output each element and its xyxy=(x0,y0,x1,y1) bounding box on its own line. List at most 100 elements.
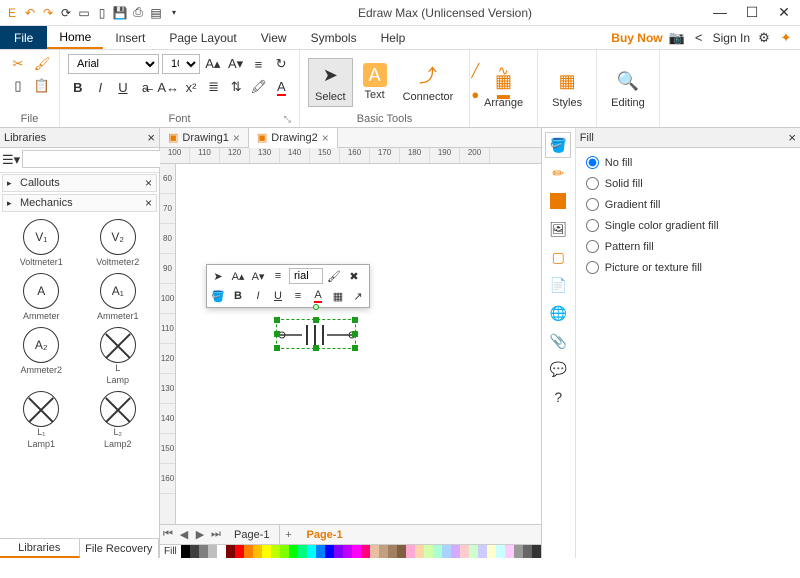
fill-option[interactable]: Gradient fill xyxy=(586,198,790,211)
mini-font-combo[interactable] xyxy=(289,268,323,284)
library-shape[interactable]: LLamp xyxy=(81,325,156,387)
select-tool[interactable]: ➤Select xyxy=(308,58,353,106)
color-swatch[interactable] xyxy=(451,545,460,558)
paste-icon[interactable]: 📋 xyxy=(32,76,52,96)
color-swatch[interactable] xyxy=(433,545,442,558)
edraw-logo-icon[interactable]: ✦ xyxy=(778,30,794,46)
color-swatch[interactable] xyxy=(496,545,505,558)
minimize-icon[interactable]: — xyxy=(708,4,732,21)
drawing2-close-icon[interactable]: × xyxy=(322,131,329,145)
color-swatch[interactable] xyxy=(370,545,379,558)
spacing-icon[interactable]: A↔ xyxy=(158,77,178,97)
mini-italic-icon[interactable]: I xyxy=(249,287,267,305)
mini-font-color-icon[interactable]: A xyxy=(309,287,327,305)
grow-font-icon[interactable]: A▴ xyxy=(203,54,223,74)
library-shape[interactable]: V₁Voltmeter1 xyxy=(4,217,79,269)
line-panel-icon[interactable]: ✏ xyxy=(545,160,571,186)
color-swatch[interactable] xyxy=(226,545,235,558)
color-swatch[interactable] xyxy=(235,545,244,558)
tab-home[interactable]: Home xyxy=(47,26,103,49)
underline-icon[interactable]: U xyxy=(113,77,133,97)
color-swatch[interactable] xyxy=(289,545,298,558)
color-swatch[interactable] xyxy=(460,545,469,558)
doc-tab-drawing2[interactable]: ▣Drawing2× xyxy=(249,128,338,148)
color-swatch[interactable] xyxy=(397,545,406,558)
library-shape[interactable]: L₁Lamp1 xyxy=(4,389,79,451)
mini-line-icon[interactable]: ≡ xyxy=(289,287,307,305)
libraries-close-icon[interactable]: × xyxy=(147,130,155,145)
fill-option[interactable]: Solid fill xyxy=(586,177,790,190)
rotate-icon[interactable]: ↻ xyxy=(271,54,291,74)
highlight-icon[interactable]: 🖍 xyxy=(249,77,269,97)
page-add-icon[interactable]: + xyxy=(280,529,296,541)
selected-capacitor-shape[interactable] xyxy=(276,319,356,349)
library-cat-mechanics[interactable]: ▸Mechanics× xyxy=(2,194,157,212)
color-swatch[interactable] xyxy=(442,545,451,558)
mini-underline-icon[interactable]: U xyxy=(269,287,287,305)
color-swatch[interactable] xyxy=(262,545,271,558)
color-swatch[interactable] xyxy=(388,545,397,558)
color-swatch[interactable] xyxy=(487,545,496,558)
color-swatch[interactable] xyxy=(532,545,541,558)
font-size-combo[interactable]: 10 xyxy=(162,54,200,74)
color-swatch[interactable] xyxy=(316,545,325,558)
color-swatch[interactable] xyxy=(523,545,532,558)
bold-icon[interactable]: B xyxy=(68,77,88,97)
mini-bold-icon[interactable]: B xyxy=(229,287,247,305)
library-shape[interactable]: A₂Ammeter2 xyxy=(4,325,79,387)
text-tool[interactable]: AText xyxy=(357,61,393,103)
library-shape[interactable]: AAmmeter xyxy=(4,271,79,323)
redo-icon[interactable]: ↷ xyxy=(40,5,56,21)
fill-option[interactable]: Pattern fill xyxy=(586,240,790,253)
tab-help[interactable]: Help xyxy=(369,26,418,49)
mini-select-icon[interactable]: ➤ xyxy=(209,267,227,285)
color-swatch[interactable] xyxy=(208,545,217,558)
color-swatch[interactable] xyxy=(325,545,334,558)
left-tab-libraries[interactable]: Libraries xyxy=(0,539,80,558)
tab-insert[interactable]: Insert xyxy=(103,26,157,49)
color-swatch[interactable] xyxy=(280,545,289,558)
picture-panel-icon[interactable]: 🖼 xyxy=(545,216,571,242)
shrink-font-icon[interactable]: A▾ xyxy=(226,54,246,74)
page-first-icon[interactable]: ⏮ xyxy=(160,528,176,541)
help-panel-icon[interactable]: ? xyxy=(545,384,571,410)
comment-panel-icon[interactable]: 💬 xyxy=(545,356,571,382)
refresh-icon[interactable]: ⟳ xyxy=(58,5,74,21)
super-sub-icon[interactable]: x² xyxy=(181,77,201,97)
copy-icon[interactable]: ▯ xyxy=(8,76,28,96)
fill-panel-close-icon[interactable]: × xyxy=(788,130,796,145)
library-shape[interactable]: A₁Ammeter1 xyxy=(81,271,156,323)
page-tab-orange[interactable]: Page-1 xyxy=(296,529,352,541)
color-swatch[interactable] xyxy=(361,545,370,558)
connector-tool[interactable]: ⤴Connector xyxy=(397,59,460,105)
color-swatch[interactable] xyxy=(271,545,280,558)
color-swatch[interactable] xyxy=(352,545,361,558)
print-icon[interactable]: ⎙ xyxy=(130,5,146,21)
mini-clear-icon[interactable]: ✖ xyxy=(345,267,363,285)
color-swatch[interactable] xyxy=(298,545,307,558)
font-dialog-launcher-icon[interactable]: ⤡ xyxy=(284,114,291,125)
editing-tool[interactable]: 🔍Editing xyxy=(605,65,651,111)
mini-align-icon[interactable]: ≡ xyxy=(269,267,287,285)
hyperlink-panel-icon[interactable]: 🌐 xyxy=(545,300,571,326)
fill-option[interactable]: Single color gradient fill xyxy=(586,219,790,232)
color-swatch[interactable] xyxy=(190,545,199,558)
undo-icon[interactable]: ↶ xyxy=(22,5,38,21)
buy-now-link[interactable]: Buy Now xyxy=(611,31,662,45)
attachment-panel-icon[interactable]: 📎 xyxy=(545,328,571,354)
format-painter-icon[interactable]: 🖌 xyxy=(32,54,52,74)
fill-option[interactable]: No fill xyxy=(586,156,790,169)
color-swatch[interactable] xyxy=(514,545,523,558)
rotate-handle[interactable] xyxy=(313,304,319,310)
color-swatch[interactable] xyxy=(181,545,190,558)
font-name-combo[interactable]: Arial xyxy=(68,54,159,74)
color-swatch[interactable] xyxy=(379,545,388,558)
new-icon[interactable]: ▭ xyxy=(76,5,92,21)
save-icon[interactable]: 💾 xyxy=(112,5,128,21)
fill-option[interactable]: Picture or texture fill xyxy=(586,261,790,274)
library-shape[interactable]: V₂Voltmeter2 xyxy=(81,217,156,269)
qat-dropdown-icon[interactable]: ▾ xyxy=(166,5,182,21)
library-shape[interactable]: L₂Lamp2 xyxy=(81,389,156,451)
mini-grow-font-icon[interactable]: A▴ xyxy=(229,267,247,285)
share-icon[interactable]: < xyxy=(691,30,707,46)
